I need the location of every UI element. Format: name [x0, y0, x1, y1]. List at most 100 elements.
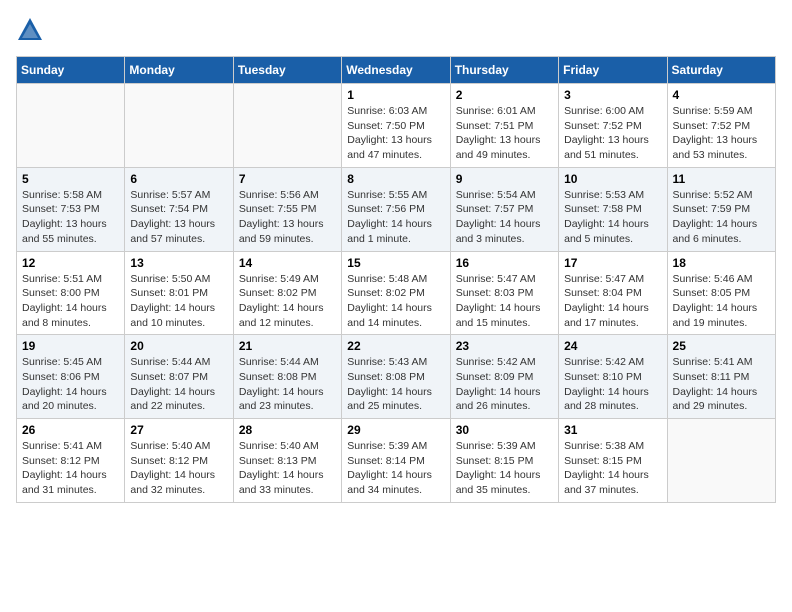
calendar-cell: [17, 84, 125, 168]
day-number: 27: [130, 423, 227, 437]
calendar-cell: 29 Sunrise: 5:39 AMSunset: 8:14 PMDayligh…: [342, 419, 450, 503]
day-info: Sunrise: 6:00 AMSunset: 7:52 PMDaylight:…: [564, 104, 661, 163]
day-number: 16: [456, 256, 553, 270]
calendar-cell: 22 Sunrise: 5:43 AMSunset: 8:08 PMDayligh…: [342, 335, 450, 419]
calendar-cell: 19 Sunrise: 5:45 AMSunset: 8:06 PMDayligh…: [17, 335, 125, 419]
calendar-cell: 13 Sunrise: 5:50 AMSunset: 8:01 PMDayligh…: [125, 251, 233, 335]
weekday-header-cell: Monday: [125, 57, 233, 84]
day-number: 11: [673, 172, 770, 186]
calendar-cell: 12 Sunrise: 5:51 AMSunset: 8:00 PMDayligh…: [17, 251, 125, 335]
day-number: 4: [673, 88, 770, 102]
calendar-week-row: 5 Sunrise: 5:58 AMSunset: 7:53 PMDaylight…: [17, 167, 776, 251]
day-number: 23: [456, 339, 553, 353]
calendar-cell: 2Sunrise: 6:01 AMSunset: 7:51 PMDaylight…: [450, 84, 558, 168]
day-number: 31: [564, 423, 661, 437]
calendar-week-row: 12 Sunrise: 5:51 AMSunset: 8:00 PMDayligh…: [17, 251, 776, 335]
calendar-cell: 6 Sunrise: 5:57 AMSunset: 7:54 PMDaylight…: [125, 167, 233, 251]
day-number: 30: [456, 423, 553, 437]
day-info: Sunrise: 5:57 AMSunset: 7:54 PMDaylight:…: [130, 188, 227, 247]
day-number: 15: [347, 256, 444, 270]
calendar-cell: 7 Sunrise: 5:56 AMSunset: 7:55 PMDaylight…: [233, 167, 341, 251]
day-number: 3: [564, 88, 661, 102]
calendar-cell: 10 Sunrise: 5:53 AMSunset: 7:58 PMDayligh…: [559, 167, 667, 251]
day-info: Sunrise: 5:58 AMSunset: 7:53 PMDaylight:…: [22, 188, 119, 247]
day-info: Sunrise: 6:03 AMSunset: 7:50 PMDaylight:…: [347, 104, 444, 163]
calendar-body: 1Sunrise: 6:03 AMSunset: 7:50 PMDaylight…: [17, 84, 776, 503]
day-info: Sunrise: 5:59 AMSunset: 7:52 PMDaylight:…: [673, 104, 770, 163]
day-number: 22: [347, 339, 444, 353]
day-number: 9: [456, 172, 553, 186]
day-info: Sunrise: 5:39 AMSunset: 8:14 PMDaylight:…: [347, 439, 444, 498]
day-info: Sunrise: 5:48 AMSunset: 8:02 PMDaylight:…: [347, 272, 444, 331]
weekday-header-cell: Saturday: [667, 57, 775, 84]
weekday-header-cell: Wednesday: [342, 57, 450, 84]
day-info: Sunrise: 5:40 AMSunset: 8:12 PMDaylight:…: [130, 439, 227, 498]
calendar-cell: 5 Sunrise: 5:58 AMSunset: 7:53 PMDaylight…: [17, 167, 125, 251]
day-info: Sunrise: 5:45 AMSunset: 8:06 PMDaylight:…: [22, 355, 119, 414]
day-info: Sunrise: 5:43 AMSunset: 8:08 PMDaylight:…: [347, 355, 444, 414]
calendar-cell: 16 Sunrise: 5:47 AMSunset: 8:03 PMDayligh…: [450, 251, 558, 335]
weekday-header-cell: Friday: [559, 57, 667, 84]
logo-icon: [16, 16, 44, 44]
calendar-cell: 21 Sunrise: 5:44 AMSunset: 8:08 PMDayligh…: [233, 335, 341, 419]
calendar-cell: [125, 84, 233, 168]
day-info: Sunrise: 5:44 AMSunset: 8:07 PMDaylight:…: [130, 355, 227, 414]
calendar-cell: 8 Sunrise: 5:55 AMSunset: 7:56 PMDaylight…: [342, 167, 450, 251]
day-info: Sunrise: 5:47 AMSunset: 8:03 PMDaylight:…: [456, 272, 553, 331]
day-info: Sunrise: 5:55 AMSunset: 7:56 PMDaylight:…: [347, 188, 444, 247]
day-info: Sunrise: 5:56 AMSunset: 7:55 PMDaylight:…: [239, 188, 336, 247]
calendar-cell: 1Sunrise: 6:03 AMSunset: 7:50 PMDaylight…: [342, 84, 450, 168]
calendar-cell: 20 Sunrise: 5:44 AMSunset: 8:07 PMDayligh…: [125, 335, 233, 419]
calendar-week-row: 1Sunrise: 6:03 AMSunset: 7:50 PMDaylight…: [17, 84, 776, 168]
day-number: 19: [22, 339, 119, 353]
day-number: 14: [239, 256, 336, 270]
day-info: Sunrise: 5:47 AMSunset: 8:04 PMDaylight:…: [564, 272, 661, 331]
weekday-header-cell: Sunday: [17, 57, 125, 84]
day-info: Sunrise: 5:53 AMSunset: 7:58 PMDaylight:…: [564, 188, 661, 247]
day-number: 29: [347, 423, 444, 437]
day-number: 17: [564, 256, 661, 270]
calendar-cell: 18Sunrise: 5:46 AMSunset: 8:05 PMDayligh…: [667, 251, 775, 335]
day-number: 20: [130, 339, 227, 353]
day-info: Sunrise: 5:50 AMSunset: 8:01 PMDaylight:…: [130, 272, 227, 331]
day-info: Sunrise: 6:01 AMSunset: 7:51 PMDaylight:…: [456, 104, 553, 163]
day-info: Sunrise: 5:38 AMSunset: 8:15 PMDaylight:…: [564, 439, 661, 498]
calendar-cell: 17 Sunrise: 5:47 AMSunset: 8:04 PMDayligh…: [559, 251, 667, 335]
page-header: [16, 16, 776, 44]
calendar-week-row: 19 Sunrise: 5:45 AMSunset: 8:06 PMDayligh…: [17, 335, 776, 419]
weekday-header-cell: Thursday: [450, 57, 558, 84]
weekday-header-cell: Tuesday: [233, 57, 341, 84]
calendar-cell: 23 Sunrise: 5:42 AMSunset: 8:09 PMDayligh…: [450, 335, 558, 419]
calendar-cell: 11Sunrise: 5:52 AMSunset: 7:59 PMDayligh…: [667, 167, 775, 251]
day-info: Sunrise: 5:42 AMSunset: 8:09 PMDaylight:…: [456, 355, 553, 414]
calendar-week-row: 26Sunrise: 5:41 AMSunset: 8:12 PMDayligh…: [17, 419, 776, 503]
calendar-cell: [667, 419, 775, 503]
calendar-cell: 4 Sunrise: 5:59 AMSunset: 7:52 PMDaylight…: [667, 84, 775, 168]
day-number: 25: [673, 339, 770, 353]
day-info: Sunrise: 5:41 AMSunset: 8:11 PMDaylight:…: [673, 355, 770, 414]
day-number: 21: [239, 339, 336, 353]
day-number: 7: [239, 172, 336, 186]
calendar-cell: 26Sunrise: 5:41 AMSunset: 8:12 PMDayligh…: [17, 419, 125, 503]
day-number: 6: [130, 172, 227, 186]
calendar-cell: 30Sunrise: 5:39 AMSunset: 8:15 PMDayligh…: [450, 419, 558, 503]
day-info: Sunrise: 5:51 AMSunset: 8:00 PMDaylight:…: [22, 272, 119, 331]
day-info: Sunrise: 5:40 AMSunset: 8:13 PMDaylight:…: [239, 439, 336, 498]
day-number: 5: [22, 172, 119, 186]
day-number: 13: [130, 256, 227, 270]
calendar-cell: 27 Sunrise: 5:40 AMSunset: 8:12 PMDayligh…: [125, 419, 233, 503]
day-number: 18: [673, 256, 770, 270]
calendar-cell: 9Sunrise: 5:54 AMSunset: 7:57 PMDaylight…: [450, 167, 558, 251]
calendar-cell: 15 Sunrise: 5:48 AMSunset: 8:02 PMDayligh…: [342, 251, 450, 335]
calendar-cell: 25 Sunrise: 5:41 AMSunset: 8:11 PMDayligh…: [667, 335, 775, 419]
day-number: 24: [564, 339, 661, 353]
day-number: 12: [22, 256, 119, 270]
day-number: 10: [564, 172, 661, 186]
calendar-cell: 24Sunrise: 5:42 AMSunset: 8:10 PMDayligh…: [559, 335, 667, 419]
calendar-cell: 28Sunrise: 5:40 AMSunset: 8:13 PMDayligh…: [233, 419, 341, 503]
day-number: 26: [22, 423, 119, 437]
weekday-header-row: SundayMondayTuesdayWednesdayThursdayFrid…: [17, 57, 776, 84]
day-number: 8: [347, 172, 444, 186]
logo: [16, 16, 48, 44]
day-info: Sunrise: 5:44 AMSunset: 8:08 PMDaylight:…: [239, 355, 336, 414]
